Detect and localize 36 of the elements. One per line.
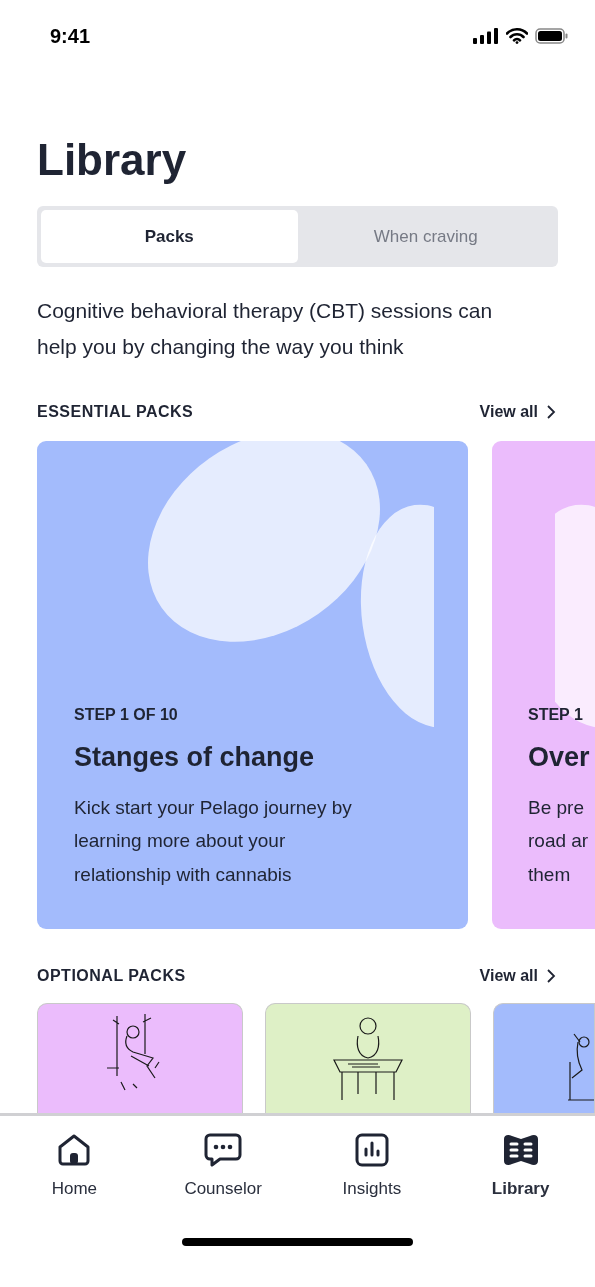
section-heading: OPTIONAL PACKS [37, 967, 186, 985]
step-label: STEP 1 [528, 705, 584, 724]
wifi-icon [506, 28, 528, 44]
nav-item[interactable]: Insights [297, 1116, 447, 1216]
section-heading: ESSENTIAL PACKS [37, 403, 194, 421]
pack-card[interactable] [265, 1003, 471, 1113]
status-time: 9:41 [50, 24, 91, 48]
pack-title: Over [528, 741, 591, 773]
book-icon [501, 1133, 540, 1167]
pack-description: relationship with cannabis [74, 862, 293, 887]
step-label: STEP 1 OF 10 [74, 705, 179, 724]
nav-item[interactable]: Counselor [148, 1116, 298, 1216]
nav-item[interactable]: Library [446, 1116, 595, 1216]
chevron-right-icon [546, 968, 556, 984]
pack-card[interactable]: STEP 1 Over Be pre road ar them [492, 441, 595, 929]
signal-icon [473, 28, 499, 44]
pack-description: road ar [528, 829, 590, 853]
intro-text: Cognitive behavioral therapy (CBT) sessions can help you by changing the way you think [37, 298, 494, 360]
view-all-link[interactable]: View all [479, 967, 556, 985]
pack-description: Kick start your Pelago journey by [74, 795, 353, 820]
chat-bubble-icon [204, 1133, 243, 1167]
pack-description: them [528, 862, 572, 887]
chevron-right-icon [546, 404, 556, 420]
home-icon [56, 1133, 93, 1167]
battery-icon [535, 28, 569, 44]
pack-description: Be pre [528, 795, 585, 820]
nav-item[interactable]: Home [0, 1116, 149, 1216]
view-all-link[interactable]: View all [479, 403, 556, 421]
pack-card[interactable] [37, 1003, 243, 1113]
tab[interactable]: Packs [41, 210, 298, 263]
bar-chart-icon [354, 1133, 389, 1167]
pack-card[interactable]: STEP 1 OF 10 Stanges of change Kick start your Pelago journey by learning more about your relationship with cannabis [37, 441, 468, 929]
pack-description: learning more about your [74, 829, 287, 853]
pack-title: Stanges of change [74, 741, 316, 773]
pack-card[interactable] [493, 1003, 595, 1113]
page-title: Library [37, 134, 188, 186]
